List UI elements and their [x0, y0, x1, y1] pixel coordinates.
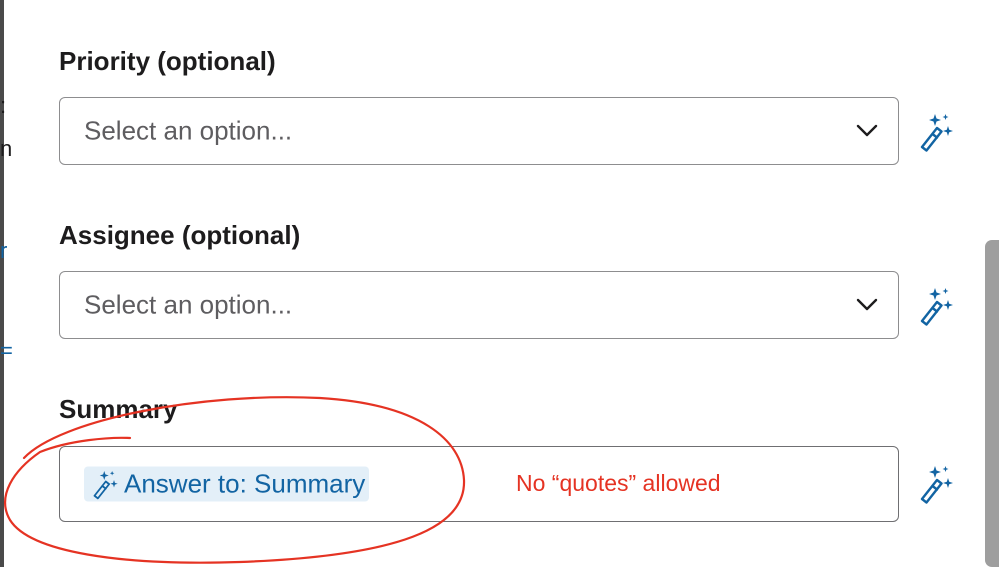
priority-select-placeholder: Select an option... — [84, 115, 293, 146]
magic-wand-icon — [93, 470, 118, 499]
priority-select[interactable]: Select an option... — [59, 97, 899, 165]
background-text-fragment: : — [0, 93, 7, 118]
assignee-label: Assignee (optional) — [59, 220, 301, 250]
magic-wand-icon[interactable] — [916, 286, 956, 326]
background-link-fragment: = — [0, 338, 13, 363]
variable-token-label: Answer to: Summary — [124, 468, 366, 499]
background-window-edge — [0, 0, 4, 567]
assignee-select-placeholder: Select an option... — [84, 289, 293, 320]
background-text-fragment: n — [0, 136, 13, 161]
magic-wand-icon[interactable] — [916, 464, 956, 504]
assignee-select[interactable]: Select an option... — [59, 271, 899, 339]
variable-token[interactable]: Answer to: Summary — [84, 466, 370, 502]
chevron-down-icon — [856, 298, 878, 311]
scrollbar-thumb[interactable] — [985, 240, 999, 567]
priority-label: Priority (optional) — [59, 46, 276, 76]
form-panel: : n r = Priority (optional) Select an op… — [0, 0, 999, 567]
annotation-note: No “quotes” allowed — [516, 470, 721, 496]
summary-input[interactable]: Answer to: Summary — [59, 446, 899, 522]
summary-label: Summary — [59, 394, 178, 424]
chevron-down-icon — [856, 124, 878, 137]
background-link-fragment: r — [0, 238, 8, 263]
magic-wand-icon[interactable] — [916, 112, 956, 152]
